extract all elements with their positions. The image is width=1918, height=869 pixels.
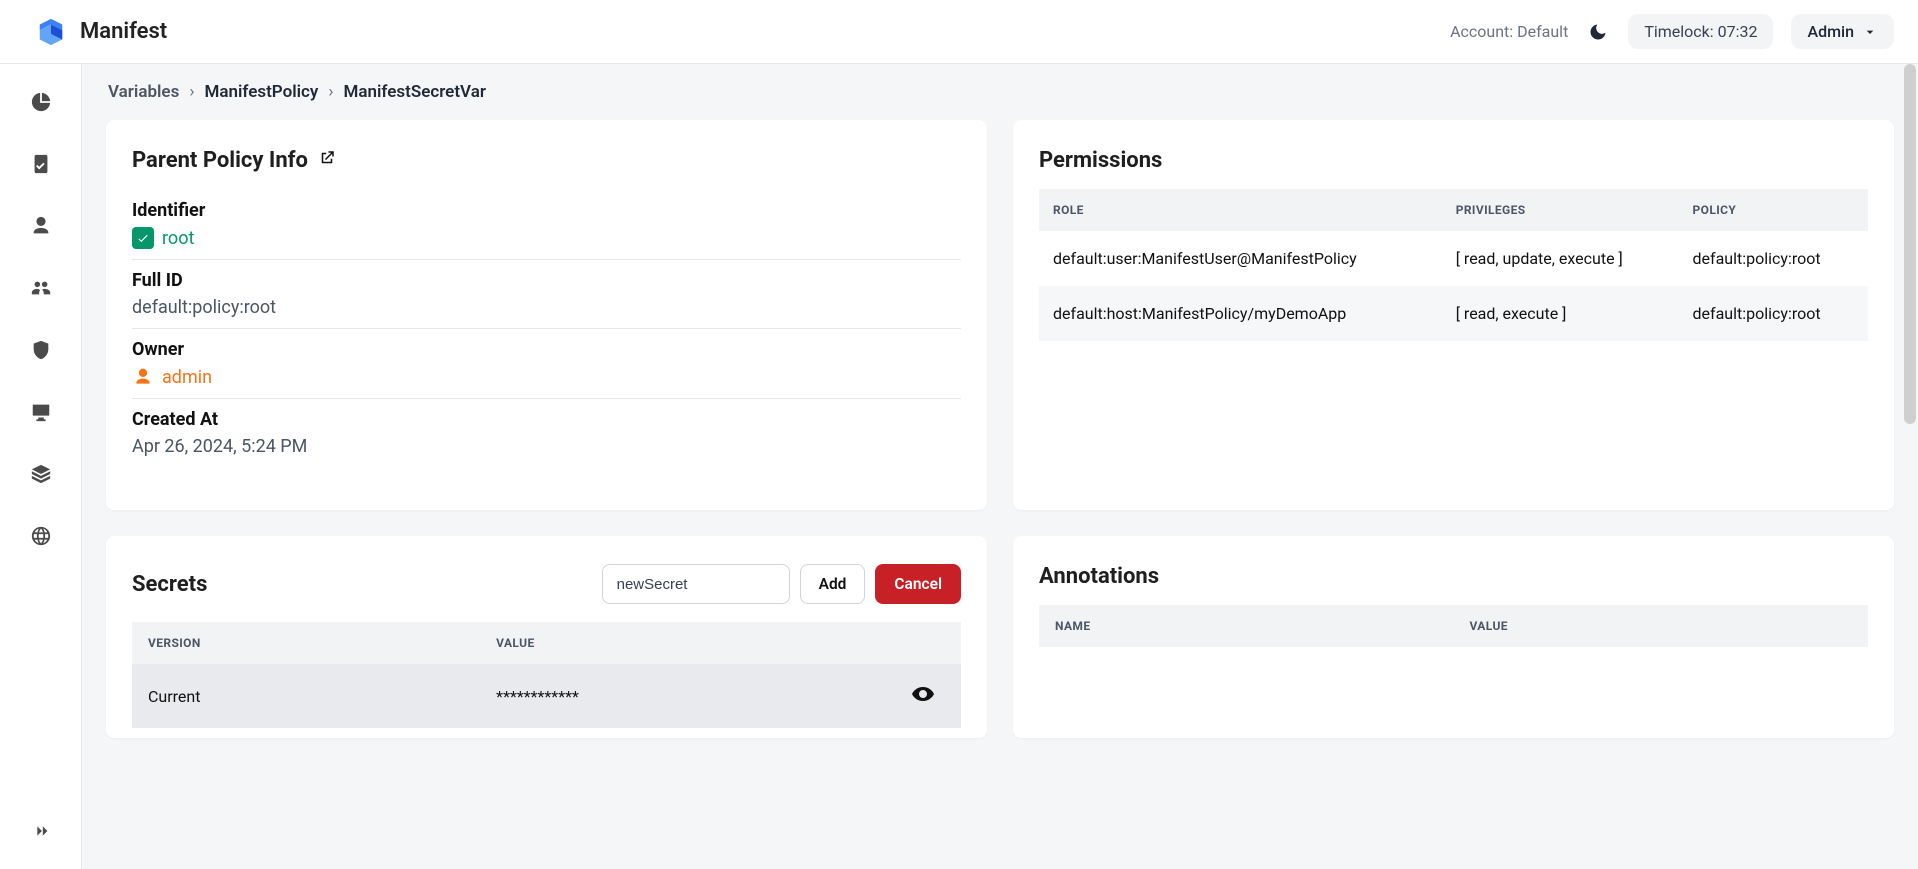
permissions-card: Permissions ROLE PRIVILEGES POLICY defau… — [1013, 120, 1894, 510]
sidebar — [0, 64, 82, 869]
fullid-label: Full ID — [132, 270, 961, 291]
sidebar-item-hosts[interactable] — [21, 330, 61, 370]
permissions-cell-role: default:user:ManifestUser@ManifestPolicy — [1039, 231, 1442, 286]
permissions-col-priv: PRIVILEGES — [1442, 189, 1679, 231]
admin-menu-label: Admin — [1807, 22, 1854, 41]
reveal-secret-button[interactable] — [911, 682, 935, 706]
dark-mode-toggle[interactable] — [1586, 20, 1610, 44]
shield-icon — [30, 339, 52, 361]
globe-icon — [30, 525, 52, 547]
timelock-pill: Timelock: 07:32 — [1628, 14, 1773, 49]
sidebar-expand[interactable] — [21, 811, 61, 851]
identifier-value: root — [162, 228, 194, 249]
permissions-cell-policy: default:policy:root — [1679, 286, 1868, 341]
permissions-cell-priv: [ read, execute ] — [1442, 286, 1679, 341]
sidebar-item-globe[interactable] — [21, 516, 61, 556]
owner-value: admin — [162, 367, 212, 388]
external-link-icon — [318, 149, 336, 167]
secrets-cell-version: Current — [132, 664, 480, 728]
chevron-right-icon: › — [328, 82, 333, 102]
user-icon — [30, 215, 52, 237]
brand-title: Manifest — [80, 19, 167, 44]
main-content: Variables › ManifestPolicy › ManifestSec… — [82, 64, 1918, 869]
annotations-table: NAME VALUE — [1039, 605, 1868, 647]
sidebar-item-policies[interactable] — [21, 144, 61, 184]
permissions-row: default:host:ManifestPolicy/myDemoApp [ … — [1039, 286, 1868, 341]
fullid-value: default:policy:root — [132, 297, 961, 318]
owner-link[interactable]: admin — [132, 366, 961, 388]
secrets-card: Secrets Add Cancel VERSION VALUE — [106, 536, 987, 738]
policy-check-icon — [132, 227, 154, 249]
breadcrumb-current[interactable]: ManifestSecretVar — [343, 82, 485, 102]
topbar: Manifest Account: Default Timelock: 07:3… — [0, 0, 1918, 64]
identifier-label: Identifier — [132, 200, 961, 221]
sidebar-item-resources[interactable] — [21, 392, 61, 432]
breadcrumb-root[interactable]: Variables — [108, 82, 179, 102]
sidebar-item-layers[interactable] — [21, 454, 61, 494]
secrets-cell-value: ************ — [480, 664, 881, 728]
breadcrumb: Variables › ManifestPolicy › ManifestSec… — [106, 82, 1894, 102]
owner-label: Owner — [132, 339, 961, 360]
chevron-right-icon: › — [189, 82, 194, 102]
brand-logo — [36, 17, 66, 47]
annotations-col-value: VALUE — [1454, 605, 1869, 647]
permissions-table: ROLE PRIVILEGES POLICY default:user:Mani… — [1039, 189, 1868, 341]
account-label: Account: Default — [1450, 22, 1568, 41]
permissions-cell-priv: [ read, update, execute ] — [1442, 231, 1679, 286]
annotations-title: Annotations — [1039, 564, 1868, 589]
user-icon — [132, 366, 154, 388]
breadcrumb-policy[interactable]: ManifestPolicy — [204, 82, 318, 102]
secrets-col-version: VERSION — [132, 622, 480, 664]
secrets-title: Secrets — [132, 572, 207, 597]
created-value: Apr 26, 2024, 5:24 PM — [132, 436, 961, 457]
eye-icon — [911, 682, 935, 706]
users-group-icon — [30, 277, 52, 299]
add-secret-button[interactable]: Add — [800, 564, 866, 604]
secrets-table: VERSION VALUE Current ************ — [132, 622, 961, 728]
created-label: Created At — [132, 409, 961, 430]
annotations-col-name: NAME — [1039, 605, 1454, 647]
admin-menu[interactable]: Admin — [1791, 14, 1894, 49]
sidebar-item-groups[interactable] — [21, 268, 61, 308]
open-external-button[interactable] — [318, 148, 336, 173]
parent-policy-card: Parent Policy Info Identifier root — [106, 120, 987, 510]
permissions-title: Permissions — [1039, 148, 1868, 173]
sidebar-item-dashboard[interactable] — [21, 82, 61, 122]
permissions-row: default:user:ManifestUser@ManifestPolicy… — [1039, 231, 1868, 286]
scrollbar[interactable] — [1904, 64, 1916, 424]
monitor-icon — [30, 401, 52, 423]
identifier-link[interactable]: root — [132, 227, 961, 249]
sidebar-item-users[interactable] — [21, 206, 61, 246]
cancel-secret-button[interactable]: Cancel — [875, 564, 961, 604]
chevron-down-icon — [1862, 24, 1878, 40]
permissions-cell-role: default:host:ManifestPolicy/myDemoApp — [1039, 286, 1442, 341]
secrets-col-value: VALUE — [480, 622, 881, 664]
moon-icon — [1588, 22, 1608, 42]
annotations-card: Annotations NAME VALUE — [1013, 536, 1894, 738]
clipboard-check-icon — [30, 153, 52, 175]
permissions-cell-policy: default:policy:root — [1679, 231, 1868, 286]
chevrons-right-icon — [30, 820, 52, 842]
permissions-col-role: ROLE — [1039, 189, 1442, 231]
pie-chart-icon — [30, 91, 52, 113]
layers-icon — [30, 463, 52, 485]
parent-policy-title: Parent Policy Info — [132, 148, 308, 173]
new-secret-input[interactable] — [602, 564, 790, 604]
secrets-row: Current ************ — [132, 664, 961, 728]
permissions-col-policy: POLICY — [1679, 189, 1868, 231]
